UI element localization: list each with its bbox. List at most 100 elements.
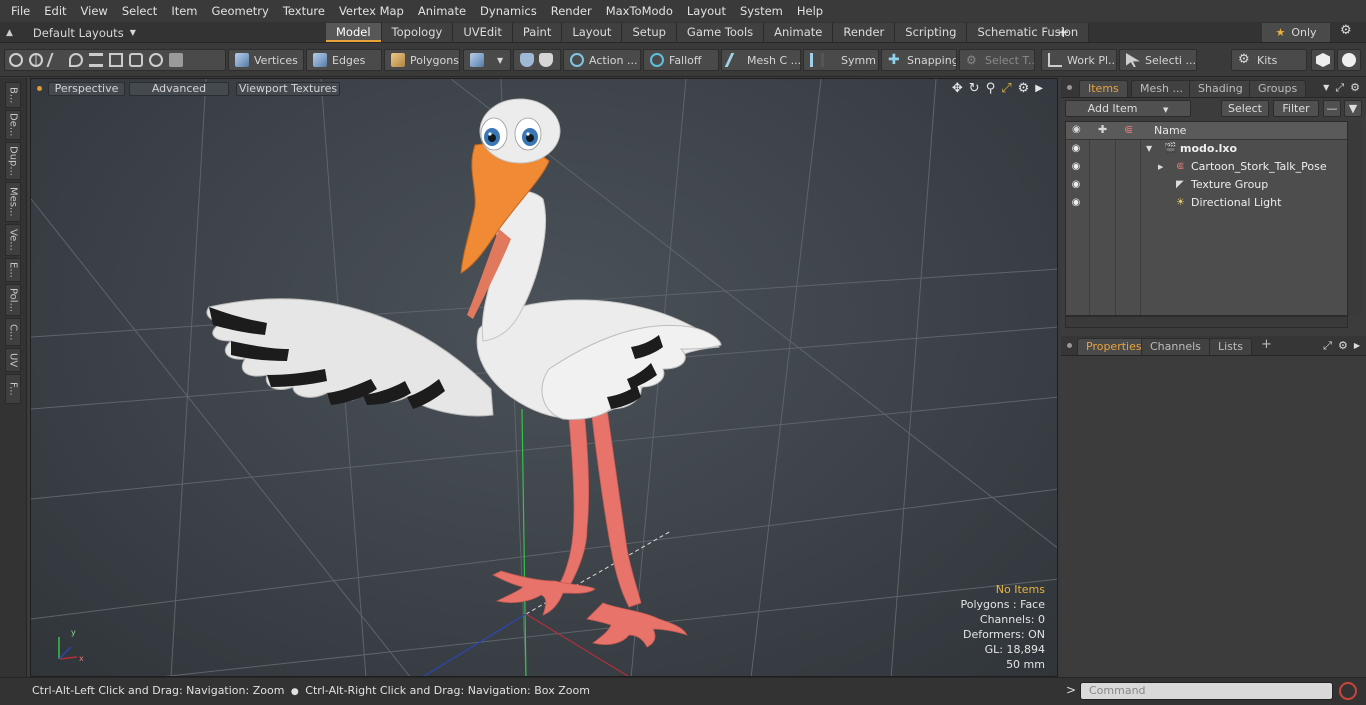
tab-duplicate[interactable]: Dup...: [5, 142, 21, 180]
tree-vertical-scrollbar[interactable]: [1348, 121, 1362, 316]
tab-scripting[interactable]: Scripting: [895, 23, 968, 42]
tab-uvedit[interactable]: UVEdit: [453, 23, 513, 42]
mesh-constraints-button[interactable]: Mesh C ...: [721, 49, 801, 71]
snapping-button[interactable]: ✚ Snapping: [881, 49, 957, 71]
tab-mesh-edit[interactable]: Mes...: [5, 182, 21, 222]
tab-schematic-fusion[interactable]: Schematic Fusion: [967, 23, 1090, 42]
tree-horizontal-scrollbar[interactable]: [1065, 316, 1348, 328]
menu-help[interactable]: Help: [790, 4, 830, 18]
select-through-button[interactable]: ⚙ Select T...: [959, 49, 1035, 71]
viewport-settings-icon[interactable]: ⚙: [1018, 81, 1030, 97]
tab-mesh[interactable]: Mesh ...: [1131, 80, 1192, 97]
menu-geometry[interactable]: Geometry: [205, 4, 276, 18]
circle-select-icon[interactable]: [9, 53, 23, 67]
viewport-menu-dot[interactable]: [37, 86, 42, 91]
gear-icon[interactable]: ⚙: [1340, 23, 1352, 38]
tab-model[interactable]: Model: [326, 23, 382, 42]
menu-maxtomodo[interactable]: MaxToModo: [599, 4, 680, 18]
edges-button[interactable]: Edges: [306, 49, 382, 71]
tab-layout[interactable]: Layout: [562, 23, 623, 42]
column-name-header[interactable]: Name: [1154, 124, 1186, 137]
tab-topology[interactable]: Topology: [381, 23, 454, 42]
center-icon[interactable]: [109, 53, 123, 67]
select-button[interactable]: Select: [1221, 100, 1269, 117]
symmetry-button[interactable]: Symm ...: [803, 49, 879, 71]
menu-system[interactable]: System: [733, 4, 790, 18]
menu-edit[interactable]: Edit: [37, 4, 73, 18]
tab-paint[interactable]: Paint: [512, 23, 563, 42]
tab-vertex[interactable]: Ve...: [5, 224, 21, 256]
visibility-eye-icon[interactable]: ◉: [1070, 176, 1082, 194]
expand-arrow-icon[interactable]: ▶: [1158, 158, 1163, 176]
zoom-view-icon[interactable]: ⚲: [986, 81, 996, 97]
action-center-button[interactable]: Action ...: [563, 49, 641, 71]
work-plane-button[interactable]: Work Pl...: [1041, 49, 1117, 71]
unreal-button[interactable]: [1337, 49, 1361, 71]
menu-item[interactable]: Item: [164, 4, 204, 18]
add-item-button[interactable]: Add Item ▼: [1065, 100, 1191, 117]
viewport-expand-icon[interactable]: ▶: [1035, 81, 1043, 97]
menu-file[interactable]: File: [4, 4, 37, 18]
globe-icon[interactable]: [29, 53, 43, 67]
funnel-icon[interactable]: ▼: [1344, 100, 1362, 117]
tree-row-mesh[interactable]: ◉ ▶ ⋐ Cartoon_Stork_Talk_Pose: [1066, 158, 1347, 176]
menu-dynamics[interactable]: Dynamics: [473, 4, 544, 18]
shield-icon[interactable]: [520, 53, 534, 67]
menu-animate[interactable]: Animate: [411, 4, 473, 18]
layout-selector[interactable]: ▲ Default Layouts ▼: [6, 24, 136, 41]
tab-uv[interactable]: UV: [5, 348, 21, 372]
tab-fusion[interactable]: F...: [5, 374, 21, 404]
align-icon[interactable]: [89, 53, 103, 67]
frame-icon[interactable]: [129, 53, 143, 67]
panel-menu-arrow-icon[interactable]: ▶: [1354, 339, 1360, 353]
visibility-eye-icon[interactable]: ◉: [1070, 194, 1082, 212]
visibility-eye-icon[interactable]: ◉: [1070, 140, 1082, 158]
expand-panel-icon[interactable]: ⤢: [1323, 339, 1332, 353]
collapse-icon[interactable]: —: [1323, 100, 1341, 117]
menu-layout[interactable]: Layout: [680, 4, 733, 18]
tab-channels[interactable]: Channels: [1141, 338, 1210, 355]
chevron-down-icon[interactable]: ▼: [1323, 81, 1329, 95]
tab-shading[interactable]: Shading: [1189, 80, 1252, 97]
filter-button[interactable]: Filter: [1273, 100, 1319, 117]
tab-groups[interactable]: Groups: [1249, 80, 1307, 97]
tab-deform[interactable]: De...: [5, 110, 21, 140]
menu-texture[interactable]: Texture: [276, 4, 332, 18]
polygons-button[interactable]: Polygons: [384, 49, 460, 71]
tree-row-directional-light[interactable]: ◉ ☀ Directional Light: [1066, 194, 1347, 212]
expand-panel-icon[interactable]: ⤢: [1335, 81, 1344, 95]
add-tab-plus-icon[interactable]: +: [1261, 337, 1272, 352]
selection-sets-button[interactable]: Selecti ...: [1119, 49, 1197, 71]
command-history-arrow-icon[interactable]: >: [1066, 683, 1076, 697]
command-input[interactable]: Command: [1080, 682, 1333, 700]
tree-row-texture-group[interactable]: ◉ ◤ Texture Group: [1066, 176, 1347, 194]
maximize-view-icon[interactable]: ⤢: [1001, 81, 1011, 97]
advanced-shading-button[interactable]: Advanced: [129, 82, 229, 96]
lasso-icon[interactable]: [69, 53, 83, 67]
pen-tool-icon[interactable]: [46, 53, 66, 67]
falloff-button[interactable]: Falloff: [643, 49, 719, 71]
tab-render[interactable]: Render: [833, 23, 896, 42]
tab-polygon[interactable]: Pol...: [5, 284, 21, 316]
panel-gear-icon[interactable]: ⚙: [1338, 339, 1348, 353]
tab-curve[interactable]: C...: [5, 318, 21, 346]
3d-viewport[interactable]: y x Perspective Advanced Viewport Textur…: [30, 78, 1058, 677]
tab-edge[interactable]: E...: [5, 258, 21, 282]
add-tab-plus-icon[interactable]: +: [1057, 22, 1070, 42]
tab-game-tools[interactable]: Game Tools: [676, 23, 765, 42]
tab-animate[interactable]: Animate: [764, 23, 834, 42]
tab-items[interactable]: Items: [1079, 80, 1128, 97]
panel-menu-dot[interactable]: [1067, 343, 1072, 348]
visibility-eye-icon[interactable]: ◉: [1070, 158, 1082, 176]
expand-arrow-icon[interactable]: ▼: [1146, 140, 1152, 158]
perspective-button[interactable]: Perspective: [48, 82, 125, 96]
viewport-textures-button[interactable]: Viewport Textures: [236, 82, 340, 96]
kits-button[interactable]: ⚙ Kits: [1231, 49, 1307, 71]
timer-icon[interactable]: [149, 53, 163, 67]
vertices-button[interactable]: Vertices: [228, 49, 304, 71]
panel-gear-icon[interactable]: ⚙: [1350, 81, 1360, 95]
item-mode-icon[interactable]: [169, 53, 183, 67]
only-toggle[interactable]: ★ Only: [1262, 23, 1330, 42]
move-view-icon[interactable]: ✥: [952, 81, 963, 97]
tab-properties[interactable]: Properties: [1077, 338, 1151, 355]
